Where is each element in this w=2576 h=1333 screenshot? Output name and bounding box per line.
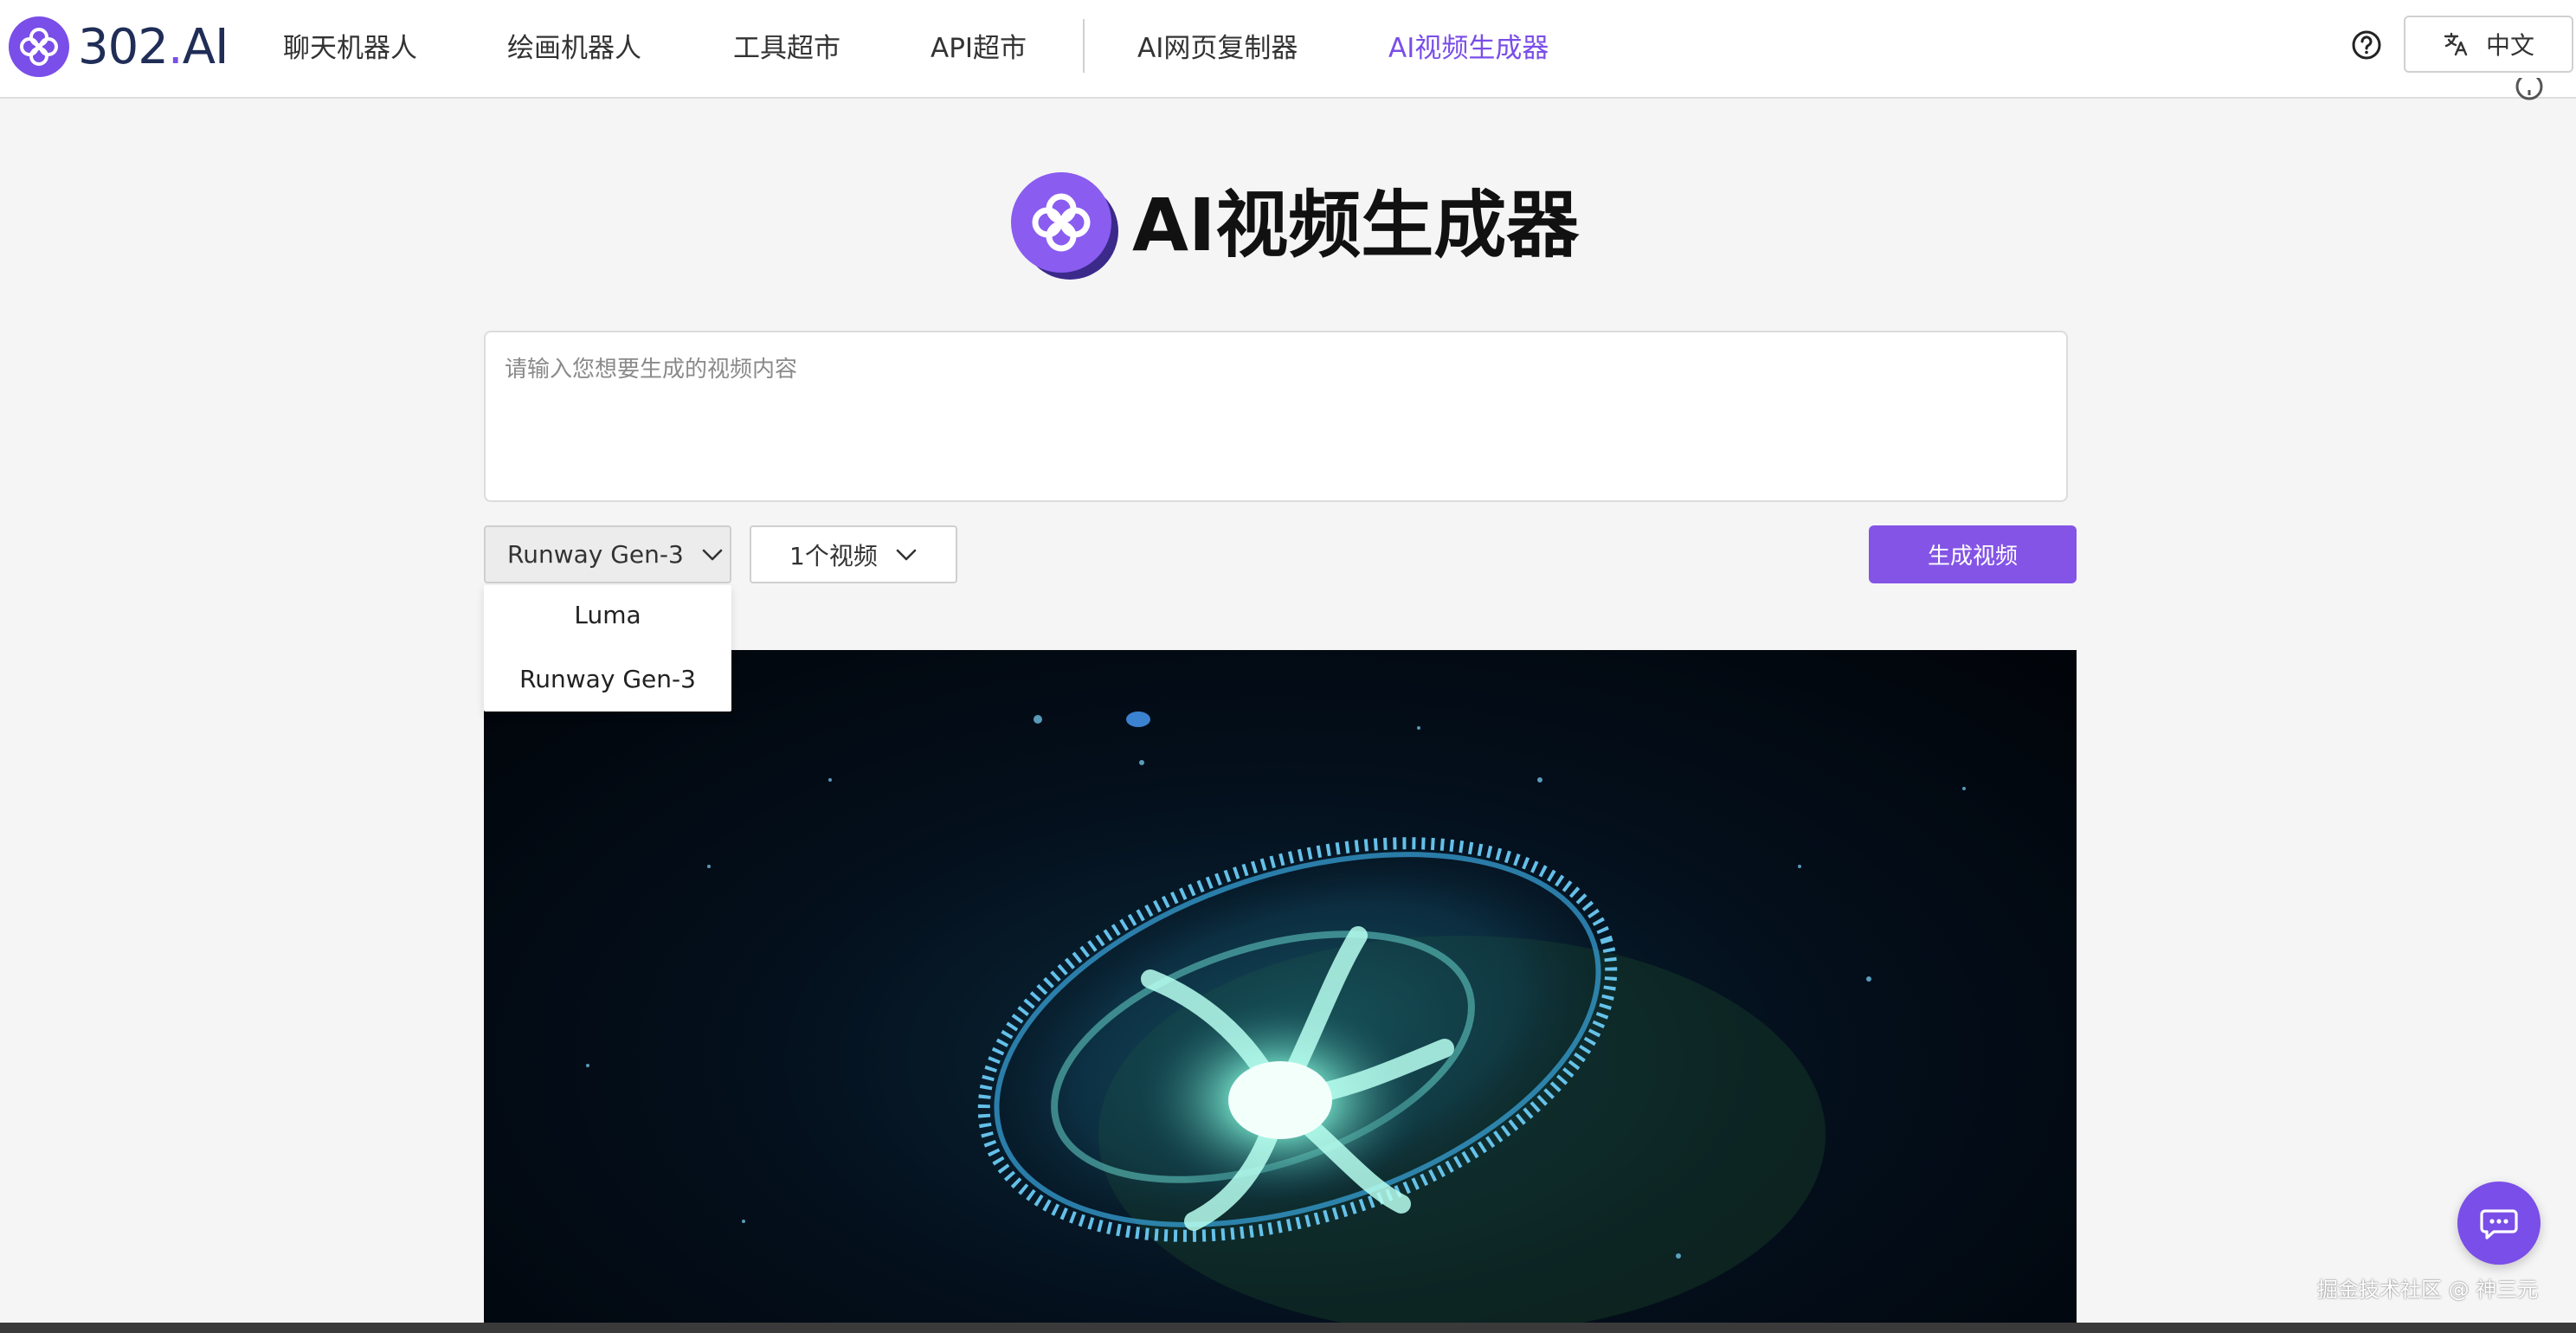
- nav-drawing-bot[interactable]: 绘画机器人: [507, 26, 641, 65]
- top-nav-bar: 302.AI 聊天机器人 绘画机器人 工具超市 API超市 AI网页复制器 AI…: [0, 0, 2576, 99]
- nav-chat-bot[interactable]: 聊天机器人: [283, 26, 417, 65]
- count-select[interactable]: 1个视频: [750, 525, 957, 583]
- logo-icon: [9, 16, 69, 77]
- brand-logo[interactable]: 302.AI: [9, 16, 229, 78]
- brand-name: 302.AI: [78, 18, 229, 75]
- model-option-luma[interactable]: Luma: [484, 601, 731, 629]
- chat-icon: [2480, 1209, 2518, 1240]
- model-dropdown-menu: Luma Runway Gen-3: [484, 585, 731, 712]
- translate-icon: [2444, 32, 2468, 56]
- nav-divider: [1083, 19, 1085, 73]
- chevron-down-icon: [896, 549, 917, 560]
- chevron-down-icon: [702, 549, 723, 560]
- nav-web-copier[interactable]: AI网页复制器: [1137, 26, 1298, 65]
- help-icon[interactable]: [2351, 29, 2382, 61]
- model-select-value: Runway Gen-3: [507, 540, 684, 569]
- page-title: AI视频生成器: [1132, 183, 1580, 267]
- info-icon[interactable]: [2512, 78, 2547, 113]
- language-switcher[interactable]: 中文: [2404, 16, 2573, 73]
- prompt-input[interactable]: [484, 331, 2068, 502]
- nav-video-generator[interactable]: AI视频生成器: [1388, 26, 1549, 65]
- language-label: 中文: [2485, 31, 2534, 60]
- jellyfish-video-frame: [586, 712, 1966, 1333]
- generate-video-button[interactable]: 生成视频: [1869, 525, 2077, 583]
- watermark-text: 掘金技术社区 @ 神三元: [2317, 1278, 2539, 1302]
- model-select[interactable]: Runway Gen-3: [484, 525, 731, 583]
- model-option-runway-gen3[interactable]: Runway Gen-3: [484, 665, 731, 693]
- chat-support-button[interactable]: [2457, 1182, 2541, 1265]
- count-select-value: 1个视频: [789, 541, 878, 570]
- nav-tool-market[interactable]: 工具超市: [733, 26, 840, 65]
- video-preview[interactable]: [484, 650, 2077, 1333]
- bottom-scrollbar: [0, 1323, 2576, 1333]
- nav-api-market[interactable]: API超市: [931, 26, 1027, 65]
- title-logo-icon: [1011, 172, 1118, 280]
